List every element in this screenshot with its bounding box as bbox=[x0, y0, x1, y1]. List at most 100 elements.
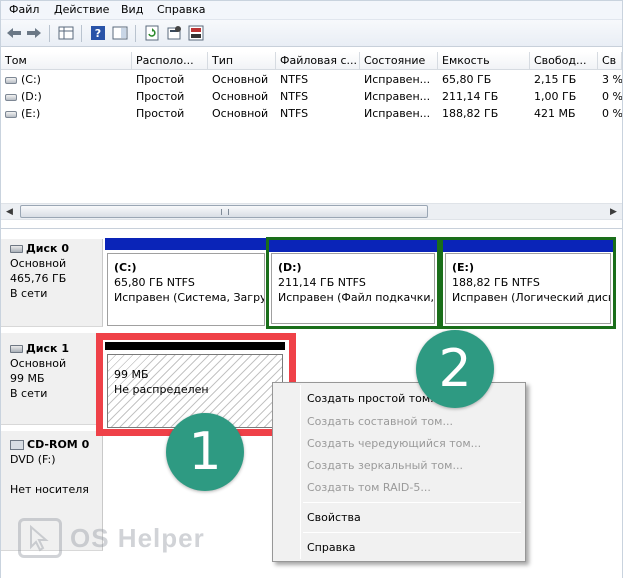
layout-cell: Простой bbox=[136, 73, 185, 86]
volume-c[interactable]: (C:) 65,80 ГБ NTFS Исправен (Система, За… bbox=[105, 238, 267, 328]
menu-item-create-simple-volume[interactable]: Создать простой том... bbox=[307, 392, 441, 405]
help-icon[interactable]: ? bbox=[89, 24, 107, 42]
menu-action[interactable]: Действие bbox=[54, 3, 109, 16]
disk-1-label[interactable]: Диск 1 Основной 99 МБ В сети bbox=[1, 333, 103, 425]
capacity-cell: 65,80 ГБ bbox=[442, 73, 492, 86]
volume-name-cell: (D:) bbox=[1, 88, 132, 105]
primary-partition-bar bbox=[269, 240, 437, 252]
volume-name-cell: (C:) bbox=[1, 71, 132, 88]
free-cell: 1,00 ГБ bbox=[534, 90, 577, 103]
scroll-right-icon[interactable]: ▶ bbox=[605, 204, 622, 219]
column-header-filesystem[interactable]: Файловая с... bbox=[276, 52, 360, 70]
menu-item-create-raid5-volume[interactable]: Создать том RAID-5... bbox=[307, 481, 431, 494]
column-header-free[interactable]: Свобод... bbox=[530, 52, 598, 70]
drive-icon bbox=[5, 76, 17, 84]
layout-cell: Простой bbox=[136, 90, 185, 103]
properties-icon-2[interactable] bbox=[187, 24, 205, 42]
menu-view[interactable]: Вид bbox=[121, 3, 143, 16]
watermark-logo: OS Helper bbox=[18, 518, 205, 558]
toolbar-separator bbox=[81, 25, 82, 42]
hard-disk-icon bbox=[10, 244, 23, 253]
filesystem-cell: NTFS bbox=[280, 90, 309, 103]
disk-0-label[interactable]: Диск 0 Основной 465,76 ГБ В сети bbox=[1, 239, 103, 327]
grid-view-icon[interactable] bbox=[57, 24, 75, 42]
volume-name-cell: (E:) bbox=[1, 105, 132, 122]
volume-title: (C:) bbox=[114, 261, 137, 274]
back-arrow-icon[interactable] bbox=[5, 24, 23, 42]
disk-0-status: В сети bbox=[10, 287, 48, 300]
disk-0-type: Основной bbox=[10, 257, 67, 270]
menu-separator bbox=[303, 532, 521, 533]
drive-icon bbox=[5, 93, 17, 101]
status-cell: Исправен... bbox=[364, 73, 431, 86]
cdrom-status: Нет носителя bbox=[10, 483, 89, 496]
svg-text:?: ? bbox=[95, 27, 101, 40]
volume-size: 211,14 ГБ NTFS bbox=[278, 276, 366, 289]
volume-table: Том Располо... Тип Файловая с... Состоян… bbox=[1, 52, 622, 202]
cdrom-type: DVD (F:) bbox=[10, 453, 56, 466]
layout-cell: Простой bbox=[136, 107, 185, 120]
type-cell: Основной bbox=[212, 73, 269, 86]
toolbar: ? bbox=[1, 20, 622, 47]
menu-item-create-striped-volume[interactable]: Создать чередующийся том... bbox=[307, 437, 481, 450]
column-header-layout[interactable]: Располо... bbox=[132, 52, 208, 70]
scrollbar-thumb[interactable] bbox=[20, 205, 428, 218]
menu-item-create-spanned-volume[interactable]: Создать составной том... bbox=[307, 415, 453, 428]
filesystem-cell: NTFS bbox=[280, 107, 309, 120]
volume-d[interactable]: (D:) 211,14 ГБ NTFS Исправен (Файл подка… bbox=[266, 237, 440, 329]
column-header-type[interactable]: Тип bbox=[208, 52, 276, 70]
cd-drive-icon bbox=[10, 439, 24, 450]
column-header-status[interactable]: Состояние bbox=[360, 52, 438, 70]
scroll-left-icon[interactable]: ◀ bbox=[1, 204, 18, 219]
menu-item-properties[interactable]: Свойства bbox=[307, 511, 361, 524]
primary-partition-bar bbox=[443, 240, 613, 252]
refresh-icon[interactable] bbox=[143, 24, 161, 42]
menu-item-create-mirrored-volume[interactable]: Создать зеркальный том... bbox=[307, 459, 463, 472]
forward-arrow-icon[interactable] bbox=[25, 24, 43, 42]
drive-icon bbox=[5, 110, 17, 118]
properties-icon[interactable] bbox=[165, 24, 183, 42]
free-cell: 2,15 ГБ bbox=[534, 73, 577, 86]
cursor-logo-icon bbox=[18, 518, 62, 558]
capacity-cell: 211,14 ГБ bbox=[442, 90, 499, 103]
free-percent-cell: 0 % bbox=[602, 107, 622, 120]
volume-d-body: (D:) 211,14 ГБ NTFS Исправен (Файл подка… bbox=[271, 253, 435, 324]
filesystem-cell: NTFS bbox=[280, 73, 309, 86]
volume-title: (E:) bbox=[452, 261, 474, 274]
disk-1-type: Основной bbox=[10, 357, 67, 370]
menu-help[interactable]: Справка bbox=[157, 3, 205, 16]
free-percent-cell: 3 % bbox=[602, 73, 622, 86]
watermark-text: OS Helper bbox=[70, 522, 205, 553]
step-badge-1: 1 bbox=[166, 413, 244, 491]
volume-e-body: (E:) 188,82 ГБ NTFS Исправен (Логический… bbox=[445, 253, 611, 324]
horizontal-scrollbar[interactable]: ◀ ▶ bbox=[1, 203, 622, 220]
disk-0-size: 465,76 ГБ bbox=[10, 272, 67, 285]
volume-size: 188,82 ГБ NTFS bbox=[452, 276, 540, 289]
panel-icon[interactable] bbox=[111, 24, 129, 42]
cdrom-name: CD-ROM 0 bbox=[10, 437, 102, 452]
grip-icon bbox=[221, 209, 229, 215]
free-percent-cell: 0 % bbox=[602, 90, 622, 103]
volume-e[interactable]: (E:) 188,82 ГБ NTFS Исправен (Логический… bbox=[440, 237, 616, 329]
disk-1-size: 99 МБ bbox=[10, 372, 45, 385]
toolbar-separator bbox=[49, 25, 50, 42]
volume-status: Исправен (Файл подкачки, Л bbox=[278, 291, 435, 304]
menu-gutter bbox=[300, 385, 301, 559]
volume-status: Исправен (Система, Загру bbox=[114, 291, 265, 304]
step-badge-2: 2 bbox=[416, 330, 494, 408]
context-menu: Создать простой том... Создать составной… bbox=[272, 382, 526, 562]
menu-bar: Файл Действие Вид Справка bbox=[1, 1, 622, 20]
menu-file[interactable]: Файл bbox=[9, 3, 39, 16]
capacity-cell: 188,82 ГБ bbox=[442, 107, 499, 120]
disk-1-status: В сети bbox=[10, 387, 48, 400]
type-cell: Основной bbox=[212, 90, 269, 103]
volume-title: (D:) bbox=[278, 261, 302, 274]
column-header-capacity[interactable]: Емкость bbox=[438, 52, 530, 70]
column-header-free-percent[interactable]: Св bbox=[598, 52, 622, 70]
type-cell: Основной bbox=[212, 107, 269, 120]
menu-item-help[interactable]: Справка bbox=[307, 541, 355, 554]
status-cell: Исправен... bbox=[364, 107, 431, 120]
status-cell: Исправен... bbox=[364, 90, 431, 103]
primary-partition-bar bbox=[105, 238, 267, 250]
column-header-volume[interactable]: Том bbox=[1, 52, 132, 70]
